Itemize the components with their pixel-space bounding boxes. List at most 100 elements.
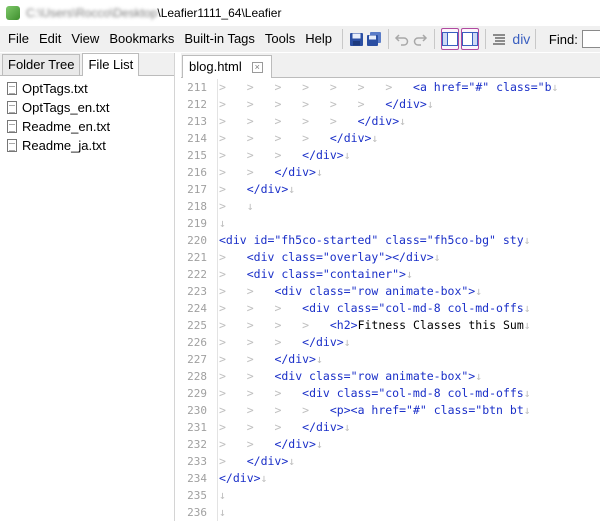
menu-help[interactable]: Help (300, 26, 337, 52)
toolbar-separator (484, 29, 486, 49)
line-number: 229 (187, 387, 207, 400)
line-number: 220 (187, 234, 207, 247)
code-line: 223 > > <div class="row animate-box">↓ (181, 283, 600, 300)
toolbar-separator (434, 29, 435, 49)
undo-button[interactable] (394, 28, 410, 50)
leafier-app-icon (6, 6, 20, 20)
line-number: 216 (187, 166, 207, 179)
file-name: OptTags_en.txt (22, 100, 110, 115)
line-code: > > > </div>↓ (219, 420, 351, 434)
save-all-icon (366, 32, 381, 46)
redo-icon (413, 34, 428, 46)
line-number: 213 (187, 115, 207, 128)
code-line: 217 > </div>↓ (181, 181, 600, 198)
file-name: Readme_ja.txt (22, 138, 106, 153)
code-line: 231 > > > </div>↓ (181, 419, 600, 436)
line-number: 234 (187, 472, 207, 485)
code-line: 233 > </div>↓ (181, 453, 600, 470)
save-icon (349, 32, 363, 46)
undo-icon (395, 34, 409, 46)
line-number: 215 (187, 149, 207, 162)
line-number: 225 (187, 319, 207, 332)
menu-built-in-tags[interactable]: Built-in Tags (179, 26, 260, 52)
line-code: > > </div>↓ (219, 165, 323, 179)
line-number: 227 (187, 353, 207, 366)
line-number: 214 (187, 132, 207, 145)
file-list-item[interactable]: Readme_en.txt (0, 117, 174, 136)
line-code: > > > > > > > <a href="#" class="b↓ (219, 80, 559, 94)
align-lines-icon (493, 34, 506, 45)
line-number: 222 (187, 268, 207, 281)
code-line: 228 > > <div class="row animate-box">↓ (181, 368, 600, 385)
code-line: 226 > > > </div>↓ (181, 334, 600, 351)
code-line: 220 <div id="fh5co-started" class="fh5co-… (181, 232, 600, 249)
left-panel: Folder Tree File List OptTags.txt OptTag… (0, 53, 175, 521)
line-number: 226 (187, 336, 207, 349)
line-number: 235 (187, 489, 207, 502)
close-icon[interactable]: × (251, 61, 263, 73)
code-editor[interactable]: 211 > > > > > > > <a href="#" class="b↓ 21… (181, 79, 600, 521)
menu-tools[interactable]: Tools (260, 26, 300, 52)
menu-file[interactable]: File (0, 26, 34, 52)
tab-file-list[interactable]: File List (82, 53, 140, 76)
menu-edit[interactable]: Edit (34, 26, 66, 52)
code-line: 219 ↓ (181, 215, 600, 232)
line-code: > > > > </div>↓ (219, 131, 379, 145)
line-code: > > > </div>↓ (219, 335, 351, 349)
code-line: 234 </div>↓ (181, 470, 600, 487)
tab-blog-html[interactable]: blog.html × (182, 55, 272, 78)
line-code: > > > </div>↓ (219, 148, 351, 162)
line-code: > ↓ (219, 199, 254, 213)
tab-folder-tree[interactable]: Folder Tree (2, 54, 81, 75)
toolbar-separator (535, 29, 536, 49)
line-number: 230 (187, 404, 207, 417)
code-line: 211 > > > > > > > <a href="#" class="b↓ (181, 79, 600, 96)
code-line: 218 > ↓ (181, 198, 600, 215)
code-line: 212 > > > > > > </div>↓ (181, 96, 600, 113)
line-code: > > > > <h2>Fitness Classes this Sum↓ (219, 318, 531, 332)
code-line: 235 ↓ (181, 487, 600, 504)
line-code: > > <div class="row animate-box">↓ (219, 284, 483, 298)
menu-bookmarks[interactable]: Bookmarks (104, 26, 179, 52)
find-label: Find: (548, 31, 578, 47)
code-line: 227 > > </div>↓ (181, 351, 600, 368)
save-all-button[interactable] (366, 28, 382, 50)
line-number: 212 (187, 98, 207, 111)
line-number: 232 (187, 438, 207, 451)
line-number: 218 (187, 200, 207, 213)
line-number: 219 (187, 217, 207, 230)
line-number: 221 (187, 251, 207, 264)
save-button[interactable] (349, 28, 364, 50)
file-list: OptTags.txt OptTags_en.txt Readme_en.txt… (0, 76, 174, 155)
code-line: 221 > <div class="overlay"></div>↓ (181, 249, 600, 266)
line-number: 217 (187, 183, 207, 196)
div-label: div (512, 31, 531, 47)
toggle-right-panel-button[interactable] (460, 28, 479, 50)
line-code: > > </div>↓ (219, 352, 323, 366)
file-list-item[interactable]: Readme_ja.txt (0, 136, 174, 155)
text-file-icon (7, 120, 17, 133)
insert-div-button[interactable]: div (492, 31, 530, 47)
file-name: OptTags.txt (22, 81, 88, 96)
menu-view[interactable]: View (66, 26, 104, 52)
toggle-left-panel-button[interactable] (440, 28, 459, 50)
code-line: 224 > > > <div class="col-md-8 col-md-off… (181, 300, 600, 317)
line-code: > </div>↓ (219, 454, 296, 468)
menu-toolbar-row: File Edit View Bookmarks Built-in Tags T… (0, 26, 600, 52)
line-code: > > > > <p><a href="#" class="btn bt↓ (219, 403, 531, 417)
file-list-item[interactable]: OptTags.txt (0, 79, 174, 98)
editor-tabs: blog.html × (181, 53, 600, 78)
window-title: \Leafier1111_64\Leafier (157, 6, 282, 20)
code-line: 225 > > > > <h2>Fitness Classes this Sum↓ (181, 317, 600, 334)
left-panel-tabs: Folder Tree File List (0, 53, 174, 76)
file-list-item[interactable]: OptTags_en.txt (0, 98, 174, 117)
line-code: > </div>↓ (219, 182, 296, 196)
find-input[interactable] (581, 30, 600, 48)
code-line: 215 > > > </div>↓ (181, 147, 600, 164)
line-code: > > > <div class="col-md-8 col-md-offs↓ (219, 386, 531, 400)
line-number: 223 (187, 285, 207, 298)
redo-button[interactable] (412, 28, 428, 50)
left-panel-icon (441, 32, 458, 46)
tab-label: blog.html (189, 59, 242, 74)
line-code: > > > > > > </div>↓ (219, 97, 434, 111)
